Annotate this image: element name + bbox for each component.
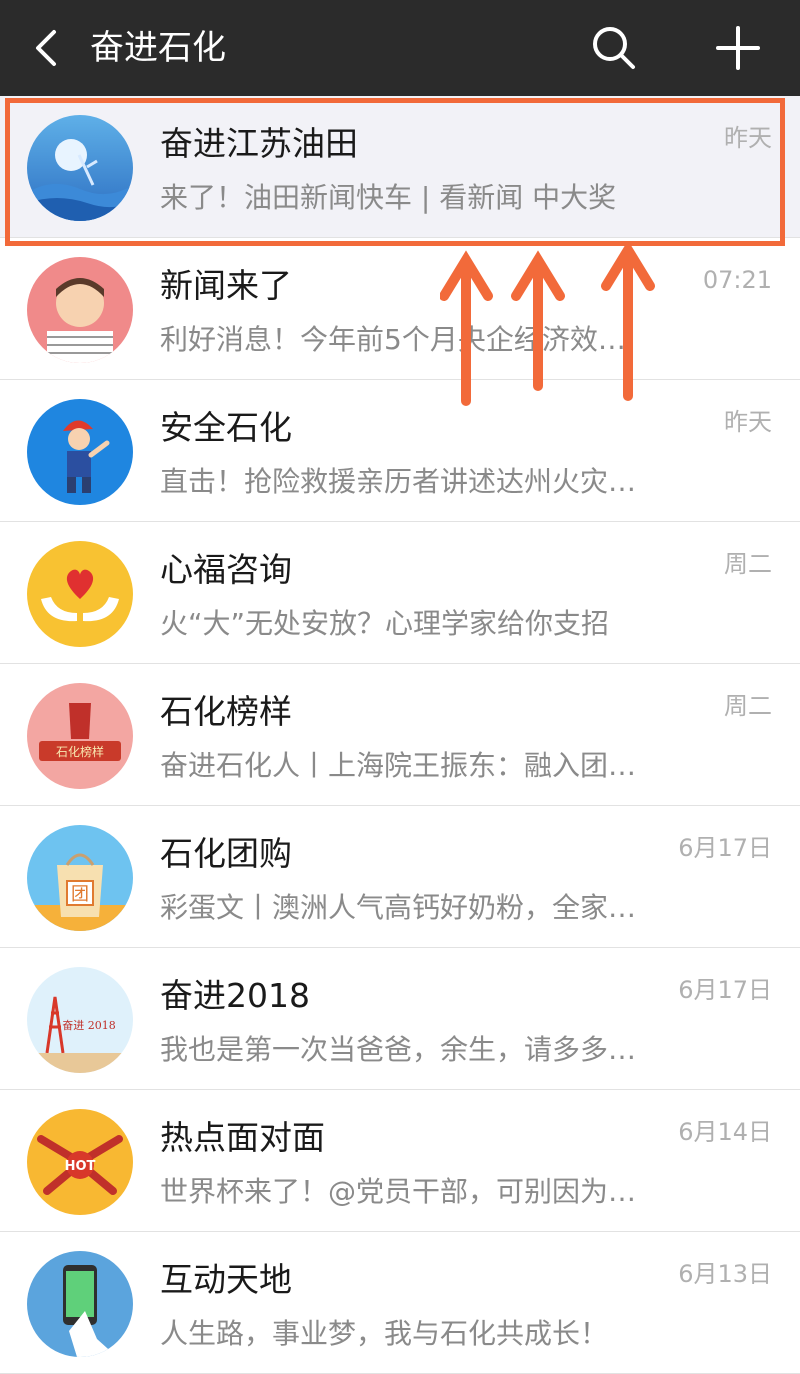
list-item[interactable]: 安全石化 直击！抢险救援亲历者讲述达州火灾… 昨天: [0, 380, 800, 522]
account-name: 心福咨询: [160, 550, 292, 589]
avatar: [27, 399, 133, 505]
list-item[interactable]: HOT 热点面对面 世界杯来了！@党员干部，可别因为… 6月14日: [0, 1090, 800, 1232]
timestamp: 昨天: [724, 124, 772, 152]
account-name: 互动天地: [160, 1260, 292, 1299]
avatar-text: 奋进 2018: [62, 1018, 116, 1032]
timestamp: 6月17日: [678, 834, 772, 862]
avatar: HOT: [27, 1109, 133, 1215]
avatar: [27, 257, 133, 363]
list-item[interactable]: 团 石化团购 彩蛋文丨澳洲人气高钙好奶粉，全家… 6月17日: [0, 806, 800, 948]
timestamp: 6月14日: [678, 1118, 772, 1146]
message-preview: 世界杯来了！@党员干部，可别因为…: [160, 1175, 637, 1208]
avatar: [27, 115, 133, 221]
message-preview: 我也是第一次当爸爸，余生，请多多…: [160, 1033, 637, 1066]
avatar-text: 石化榜样: [56, 744, 104, 759]
message-preview: 彩蛋文丨澳洲人气高钙好奶粉，全家…: [160, 891, 637, 924]
list-item[interactable]: 奋进 2018 奋进2018 我也是第一次当爸爸，余生，请多多… 6月17日: [0, 948, 800, 1090]
timestamp: 昨天: [724, 408, 772, 436]
account-list: 奋进江苏油田 来了！油田新闻快车 | 看新闻 中大奖 昨天 新闻来了 利好消息！…: [0, 96, 800, 1374]
avatar: [27, 1251, 133, 1357]
avatar-text: 团: [71, 884, 89, 905]
message-preview: 来了！油田新闻快车 | 看新闻 中大奖: [160, 181, 617, 214]
account-name: 石化团购: [160, 834, 292, 873]
account-name: 石化榜样: [160, 692, 292, 731]
message-preview: 人生路，事业梦，我与石化共成长！: [160, 1317, 609, 1350]
list-item[interactable]: 奋进江苏油田 来了！油田新闻快车 | 看新闻 中大奖 昨天: [0, 96, 800, 238]
timestamp: 07:21: [702, 266, 772, 294]
plus-icon[interactable]: [712, 22, 764, 74]
list-item[interactable]: 新闻来了 利好消息！今年前5个月央企经济效… 07:21: [0, 238, 800, 380]
account-name: 奋进江苏油田: [160, 124, 358, 163]
list-item[interactable]: 心福咨询 火“大”无处安放？心理学家给你支招 周二: [0, 522, 800, 664]
list-item[interactable]: 互动天地 人生路，事业梦，我与石化共成长！ 6月13日: [0, 1232, 800, 1374]
chevron-left-icon[interactable]: [26, 22, 66, 74]
list-item[interactable]: 石化榜样 石化榜样 奋进石化人丨上海院王振东：融入团… 周二: [0, 664, 800, 806]
avatar-text: HOT: [65, 1159, 96, 1174]
message-preview: 直击！抢险救援亲历者讲述达州火灾…: [160, 465, 637, 498]
top-bar: 奋进石化: [0, 0, 800, 96]
account-name: 热点面对面: [160, 1118, 325, 1157]
search-icon[interactable]: [588, 22, 640, 74]
avatar: 石化榜样: [27, 683, 133, 789]
timestamp: 6月17日: [678, 976, 772, 1004]
account-name: 安全石化: [160, 408, 292, 447]
timestamp: 6月13日: [678, 1260, 772, 1288]
account-name: 新闻来了: [160, 266, 292, 305]
message-preview: 火“大”无处安放？心理学家给你支招: [160, 607, 610, 640]
avatar: 团: [27, 825, 133, 931]
timestamp: 周二: [724, 692, 772, 720]
message-preview: 奋进石化人丨上海院王振东：融入团…: [160, 749, 637, 782]
message-preview: 利好消息！今年前5个月央企经济效…: [160, 323, 626, 356]
avatar: [27, 541, 133, 647]
avatar: 奋进 2018: [27, 967, 133, 1073]
page-title: 奋进石化: [90, 28, 226, 68]
timestamp: 周二: [724, 550, 772, 578]
account-name: 奋进2018: [160, 976, 310, 1015]
